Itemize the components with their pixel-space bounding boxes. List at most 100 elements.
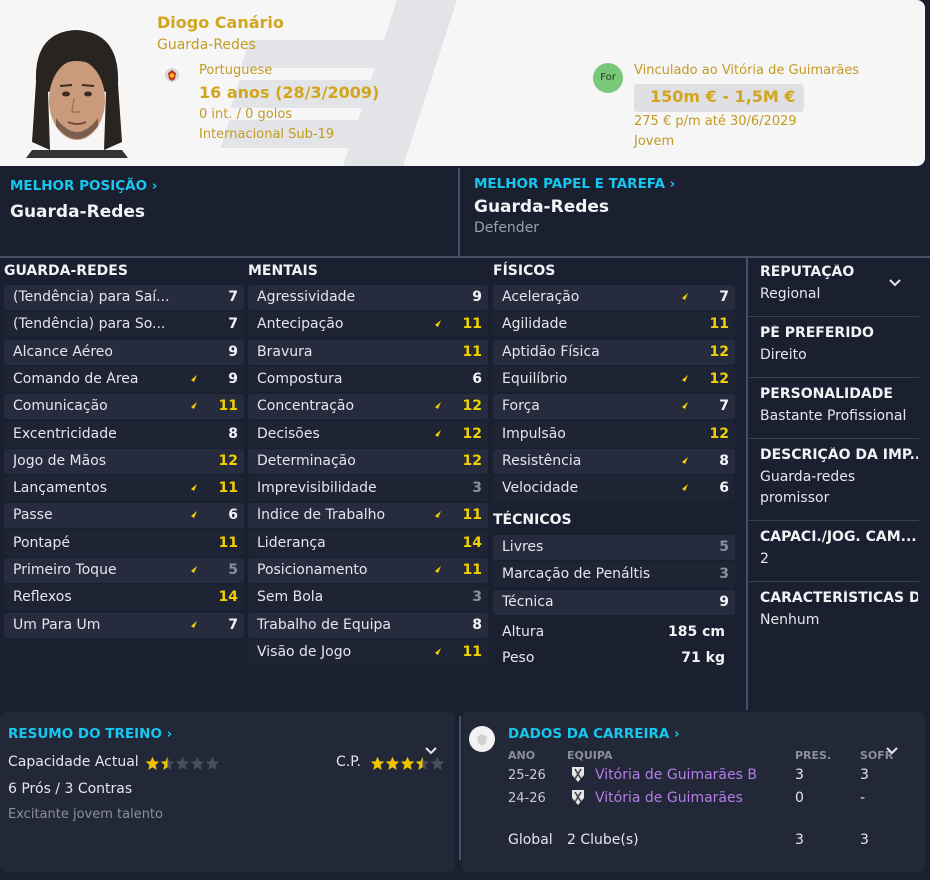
attribute-row[interactable]: Passe 6 (4, 503, 244, 529)
mental-heading: MENTAIS (248, 263, 318, 279)
attribute-value: 6 (228, 507, 238, 524)
attribute-row[interactable]: Agilidade 11 (493, 312, 735, 338)
attribute-row[interactable]: Aceleração 7 (493, 285, 735, 310)
best-position-link[interactable]: MELHOR POSIÇÃO › (10, 178, 157, 194)
contract-status: Jovem (634, 134, 675, 149)
attribute-label: Pontapé (13, 534, 70, 551)
attribute-row[interactable]: Excentricidade 8 (4, 421, 244, 447)
attribute-label: Força (502, 398, 540, 415)
attribute-row[interactable]: Comando de Área 9 (4, 366, 244, 392)
attribute-row[interactable]: Um Para Um 7 (4, 612, 244, 638)
attribute-row[interactable]: Aptidão Física 12 (493, 339, 735, 365)
trend-up-icon (185, 566, 197, 576)
attribute-value: 12 (462, 398, 482, 415)
attribute-row[interactable]: Sem Bola 3 (248, 585, 488, 611)
attribute-value: 8 (228, 425, 238, 442)
attribute-row[interactable]: Resistência 8 (493, 448, 735, 474)
attribute-label: Visão de Jogo (257, 643, 352, 660)
club-badge[interactable]: For (593, 63, 623, 93)
attribute-row[interactable]: Agressividade 9 (248, 285, 488, 310)
star-icon (385, 756, 400, 770)
attribute-row[interactable]: Imprevisibilidade 3 (248, 476, 488, 502)
attribute-row[interactable]: Visão de Jogo 11 (248, 639, 488, 665)
career-apps: 3 (795, 767, 804, 783)
attribute-label: Livres (502, 539, 544, 555)
attribute-row[interactable]: Alcance Aéreo 9 (4, 339, 244, 365)
attribute-value: 12 (462, 425, 482, 442)
star-icon (430, 756, 445, 770)
attribute-row[interactable]: Compostura 6 (248, 366, 488, 392)
attribute-row[interactable]: Bravura 11 (248, 339, 488, 365)
attribute-row[interactable]: Índice de Trabalho 11 (248, 503, 488, 529)
divider (749, 581, 919, 582)
attribute-row[interactable]: Reflexos 14 (4, 585, 244, 611)
attribute-value: 11 (462, 316, 482, 333)
attribute-label: Aceleração (502, 289, 580, 305)
attribute-row[interactable]: Determinação 12 (248, 448, 488, 474)
attribute-row[interactable]: (Tendência) para Saí... 7 (4, 285, 244, 310)
career-year: 25-26 (508, 768, 546, 783)
player-header-card: Diogo Canário Guarda-Redes Portuguese 16… (0, 0, 925, 166)
career-stats-link[interactable]: DADOS DA CARREIRA › (508, 726, 680, 742)
chevron-down-icon[interactable] (886, 746, 898, 756)
attribute-row[interactable]: Marcação de Penáltis 3 (493, 562, 735, 588)
attribute-row[interactable]: Comunicação 11 (4, 394, 244, 420)
divider (749, 438, 919, 439)
attribute-row[interactable]: Velocidade 6 (493, 476, 735, 502)
chevron-down-icon[interactable] (889, 278, 901, 288)
attribute-value: 7 (228, 316, 238, 333)
attribute-label: Jogo de Mãos (13, 452, 107, 469)
attribute-row[interactable]: Concentração 12 (248, 394, 488, 420)
career-total-clubs: 2 Clube(s) (567, 832, 639, 848)
trend-up-icon (429, 402, 441, 413)
star-icon (190, 756, 205, 770)
personality-value: Bastante Profissional (760, 408, 907, 424)
attribute-label: (Tendência) para Saí... (13, 289, 170, 305)
attribute-row[interactable]: Posicionamento 11 (248, 558, 488, 583)
career-total-label: Global (508, 832, 553, 848)
weight-label: Peso (502, 650, 535, 666)
attribute-row[interactable]: Impulsão 12 (493, 421, 735, 447)
contract-club[interactable]: Vinculado ao Vitória de Guimarães (634, 63, 859, 78)
star-icon (400, 756, 415, 770)
goalkeeping-heading: GUARDA-REDES (4, 263, 128, 279)
attribute-row[interactable]: (Tendência) para So... 7 (4, 312, 244, 338)
personality-item: PERSONALIDADE Bastante Profissional (760, 386, 918, 427)
player-avatar[interactable] (26, 22, 128, 158)
attribute-row[interactable]: Liderança 14 (248, 530, 488, 556)
best-role-link[interactable]: MELHOR PAPEL E TAREFA › (474, 176, 675, 192)
attribute-value: 11 (218, 534, 238, 551)
col-year: ANO (508, 749, 536, 762)
attribute-row[interactable]: Lançamentos 11 (4, 476, 244, 502)
attribute-row[interactable]: Livres 5 (493, 535, 735, 560)
divider (749, 520, 919, 521)
attribute-label: Sem Bola (257, 589, 324, 606)
attribute-row[interactable]: Pontapé 11 (4, 530, 244, 556)
career-total-apps: 3 (795, 832, 804, 848)
attribute-row[interactable]: Antecipação 11 (248, 312, 488, 338)
attribute-row[interactable]: Equilíbrio 12 (493, 366, 735, 392)
chevron-down-icon[interactable] (425, 746, 437, 756)
divider (458, 168, 460, 256)
divider (749, 316, 919, 317)
attribute-label: Velocidade (502, 480, 579, 497)
potential-ability-stars (370, 754, 445, 773)
training-summary-link[interactable]: RESUMO DO TREINO › (8, 726, 172, 742)
attribute-label: Um Para Um (13, 616, 101, 633)
star-icon (370, 756, 385, 770)
attribute-value: 12 (709, 343, 729, 360)
attribute-value: 9 (719, 593, 729, 610)
attribute-row[interactable]: Técnica 9 (493, 589, 735, 615)
attribute-row[interactable]: Jogo de Mãos 12 (4, 448, 244, 474)
divider (459, 716, 461, 860)
career-stats-panel: DADOS DA CARREIRA › ANO EQUIPA PRES. SOF… (462, 712, 925, 872)
player-info-column: REPUTAÇÃO Regional PÉ PREFERIDO Direito … (749, 258, 930, 708)
career-team-link[interactable]: Vitória de Guimarães (595, 790, 743, 806)
attribute-row[interactable]: Força 7 (493, 394, 735, 420)
career-team-link[interactable]: Vitória de Guimarães B (595, 767, 757, 783)
preferred-foot-item: PÉ PREFERIDO Direito (760, 325, 918, 366)
attribute-row[interactable]: Primeiro Toque 5 (4, 558, 244, 583)
attribute-row[interactable]: Decisões 12 (248, 421, 488, 447)
trend-up-icon (429, 320, 441, 331)
attribute-row[interactable]: Trabalho de Equipa 8 (248, 612, 488, 638)
